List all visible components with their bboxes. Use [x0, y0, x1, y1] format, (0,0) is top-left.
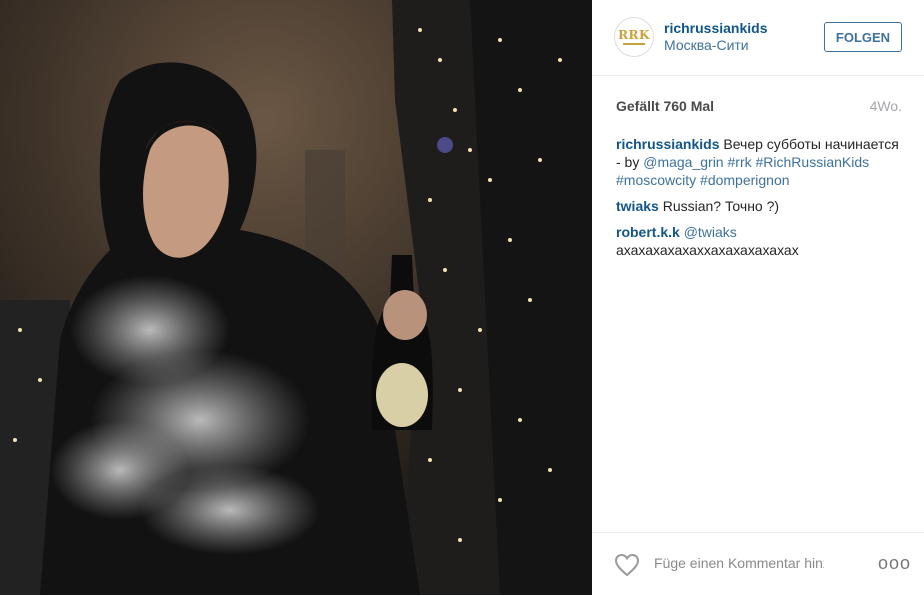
post-time[interactable]: 4Wo.	[870, 98, 902, 114]
post-footer: Füge einen Kommentar hinzu... ooo	[592, 532, 924, 596]
heart-icon[interactable]	[614, 553, 640, 582]
post-sidebar: RRK richrussiankids Москва-Сити FOLGEN G…	[592, 0, 924, 595]
comment-input[interactable]: Füge einen Kommentar hinzu...	[654, 555, 824, 571]
caption-username[interactable]: richrussiankids	[616, 136, 720, 152]
avatar-logo-text: RRK	[618, 28, 650, 42]
comment: twiaks Russian? Точно ?)	[616, 197, 906, 215]
avatar-logo-underline	[623, 43, 645, 45]
caption-text: Вечер субботы начинается	[723, 136, 899, 152]
hashtag[interactable]: #domperignon	[700, 172, 790, 188]
caption-mention[interactable]: @maga_grin	[643, 154, 723, 170]
follow-button[interactable]: FOLGEN	[824, 22, 902, 52]
caption: richrussiankids Вечер субботы начинается…	[616, 135, 906, 189]
post-location[interactable]: Москва-Сити	[664, 37, 749, 53]
post-username[interactable]: richrussiankids	[664, 20, 768, 36]
more-options-icon[interactable]: ooo	[878, 553, 911, 574]
avatar[interactable]: RRK	[614, 17, 654, 57]
likes-count[interactable]: Gefällt 760 Mal	[616, 98, 714, 114]
hashtag[interactable]: #rrk	[728, 154, 752, 170]
comment-username[interactable]: twiaks	[616, 198, 659, 214]
post-header: RRK richrussiankids Москва-Сити FOLGEN	[592, 0, 924, 76]
caption-by: - by	[616, 154, 644, 170]
post-photo[interactable]	[0, 0, 592, 595]
hashtag[interactable]: #RichRussianKids	[756, 154, 870, 170]
comment-mention[interactable]: @twiaks	[684, 224, 737, 240]
comment-text: Russian? Точно ?)	[662, 198, 780, 214]
comment-username[interactable]: robert.k.k	[616, 224, 680, 240]
comment-text: ахахахахахаххахахахахахах	[616, 242, 799, 258]
comment-list: richrussiankids Вечер субботы начинается…	[616, 135, 906, 267]
post-photo-illustration	[0, 0, 592, 595]
hashtag[interactable]: #moscowcity	[616, 172, 696, 188]
comment: robert.k.k @twiaks ахахахахахаххахахахах…	[616, 223, 906, 259]
